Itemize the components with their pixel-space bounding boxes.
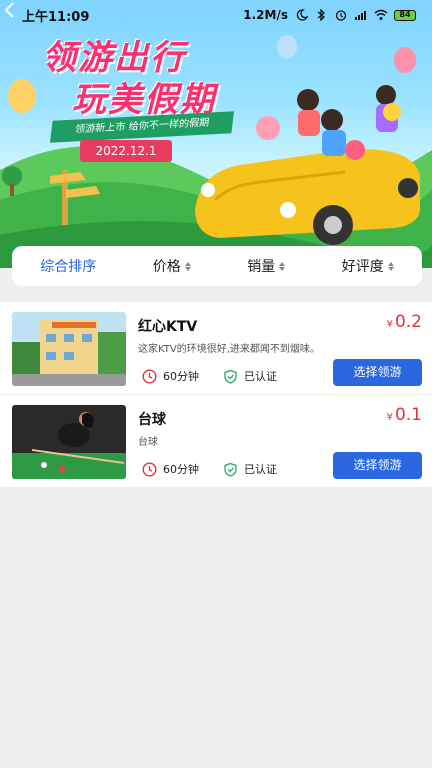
banner: 领游出行 玩美假期 领游新上市 给你不一样的假期 2022.12.1 bbox=[0, 0, 432, 268]
item-title: 台球 bbox=[138, 412, 166, 428]
banner-date: 2022.12.1 bbox=[80, 140, 172, 162]
tab-label: 综合排序 bbox=[40, 259, 97, 275]
status-bar: 上午11:09 1.2M/s 84 bbox=[0, 0, 432, 30]
select-guide-button[interactable]: 选择领游 bbox=[333, 452, 422, 479]
wifi-icon bbox=[374, 9, 388, 20]
tab-label: 好评度 bbox=[341, 259, 384, 275]
battery-icon: 84 bbox=[394, 9, 416, 21]
status-time: 上午11:09 bbox=[22, 9, 90, 25]
item-price: ¥0.1 bbox=[387, 405, 422, 425]
signal-icon bbox=[355, 11, 366, 20]
price-value: 0.1 bbox=[394, 405, 422, 425]
billiards-image bbox=[12, 405, 126, 479]
sort-filter-bar: 综合排序 价格 销量 好评度 bbox=[12, 246, 422, 286]
clock-icon bbox=[142, 368, 157, 384]
duration: 60分钟 bbox=[163, 463, 199, 476]
item-meta: 60分钟 已认证 bbox=[142, 461, 277, 477]
select-guide-button[interactable]: 选择领游 bbox=[333, 359, 422, 386]
currency-symbol: ¥ bbox=[386, 412, 393, 423]
item-description: 台球 bbox=[138, 437, 158, 448]
sort-arrows-icon bbox=[387, 261, 394, 271]
clock-icon bbox=[142, 461, 157, 477]
ktv-building-image bbox=[12, 312, 126, 386]
list-item[interactable]: 红心KTV ¥0.2 这家KTV的环境很好,进来都闻不到烟味。 60分钟 已认证… bbox=[0, 302, 432, 395]
verified-label: 已认证 bbox=[244, 463, 277, 476]
shield-check-icon bbox=[224, 369, 237, 384]
duration: 60分钟 bbox=[163, 370, 199, 383]
item-thumbnail bbox=[12, 312, 126, 386]
tab-label: 销量 bbox=[247, 259, 276, 275]
guide-list: 红心KTV ¥0.2 这家KTV的环境很好,进来都闻不到烟味。 60分钟 已认证… bbox=[0, 302, 432, 488]
item-meta: 60分钟 已认证 bbox=[142, 368, 277, 384]
tab-comprehensive-sort[interactable]: 综合排序 bbox=[40, 256, 96, 276]
verified-label: 已认证 bbox=[244, 370, 277, 383]
shield-check-icon bbox=[224, 462, 237, 477]
item-description: 这家KTV的环境很好,进来都闻不到烟味。 bbox=[138, 344, 320, 355]
list-item[interactable]: 台球 ¥0.1 台球 60分钟 已认证 选择领游 bbox=[0, 395, 432, 488]
sort-arrows-icon bbox=[184, 261, 191, 271]
moon-icon bbox=[296, 9, 308, 21]
item-thumbnail bbox=[12, 405, 126, 479]
sort-arrows-icon bbox=[279, 261, 286, 271]
network-speed: 1.2M/s bbox=[243, 8, 288, 22]
price-value: 0.2 bbox=[394, 312, 422, 332]
battery-level: 84 bbox=[399, 9, 411, 19]
alarm-icon bbox=[335, 10, 347, 21]
tab-rating[interactable]: 好评度 bbox=[342, 256, 394, 276]
bluetooth-icon bbox=[317, 9, 325, 21]
currency-symbol: ¥ bbox=[386, 319, 393, 330]
tab-price[interactable]: 价格 bbox=[153, 256, 191, 276]
tab-label: 价格 bbox=[152, 259, 181, 275]
item-title: 红心KTV bbox=[138, 319, 198, 335]
item-price: ¥0.2 bbox=[387, 312, 422, 332]
tab-sales[interactable]: 销量 bbox=[247, 256, 286, 276]
